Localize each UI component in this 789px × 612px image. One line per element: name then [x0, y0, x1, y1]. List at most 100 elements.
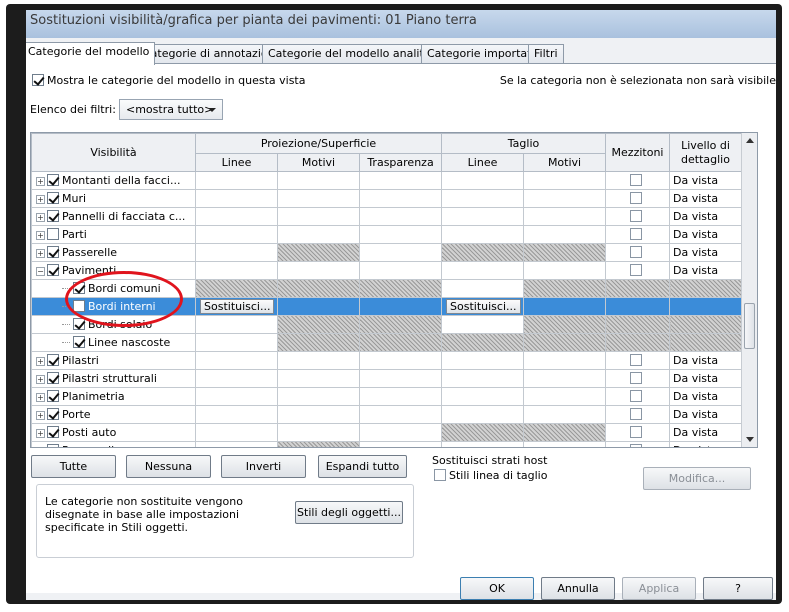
override-cell[interactable]: [195, 189, 278, 208]
visibility-cell[interactable]: Linee nascoste: [31, 333, 196, 352]
override-cell[interactable]: [523, 297, 607, 316]
visibility-checkbox[interactable]: [47, 192, 59, 204]
visibility-checkbox[interactable]: [47, 210, 59, 222]
table-row[interactable]: + Pannelli di facciata c... Da vista: [31, 207, 743, 226]
show-model-categories-checkbox[interactable]: [32, 74, 44, 86]
table-row[interactable]: + Parti Da vista: [31, 225, 743, 244]
override-cell[interactable]: Sostituisci...: [195, 297, 278, 316]
scroll-up-arrow-icon[interactable]: [746, 138, 754, 143]
detail-level-cell[interactable]: [669, 333, 743, 352]
halftone-checkbox[interactable]: [630, 426, 643, 438]
detail-level-value[interactable]: Da vista: [671, 426, 718, 439]
table-row[interactable]: + Porte Da vista: [31, 405, 743, 424]
visibility-cell[interactable]: + Posti auto: [31, 423, 196, 442]
scroll-thumb[interactable]: [744, 303, 755, 349]
detail-level-value[interactable]: Da vista: [671, 444, 718, 447]
override-cell[interactable]: [358, 333, 443, 352]
grid-vertical-scrollbar[interactable]: [741, 133, 757, 447]
halftone-checkbox[interactable]: [630, 210, 643, 222]
override-cell[interactable]: [441, 441, 525, 447]
override-cell[interactable]: [277, 423, 360, 442]
halftone-cell[interactable]: [605, 369, 671, 388]
override-cell[interactable]: [195, 261, 278, 280]
override-cell[interactable]: [195, 225, 278, 244]
detail-level-cell[interactable]: Da vista: [669, 225, 743, 244]
override-cell[interactable]: [277, 261, 360, 280]
halftone-checkbox[interactable]: [630, 246, 643, 258]
visibility-checkbox[interactable]: [47, 246, 59, 258]
override-cell[interactable]: [523, 225, 607, 244]
halftone-cell[interactable]: [605, 387, 671, 406]
override-cell[interactable]: [523, 315, 607, 334]
override-cell[interactable]: [195, 423, 278, 442]
override-cell[interactable]: [441, 279, 525, 298]
override-cell[interactable]: [358, 243, 443, 262]
halftone-checkbox[interactable]: [630, 372, 643, 384]
detail-level-cell[interactable]: Da vista: [669, 351, 743, 370]
visibility-checkbox[interactable]: [47, 444, 59, 447]
visibility-checkbox[interactable]: [47, 390, 59, 402]
detail-level-value[interactable]: [671, 318, 674, 331]
halftone-cell[interactable]: [605, 315, 671, 334]
expand-icon[interactable]: +: [36, 249, 45, 258]
halftone-cell[interactable]: [605, 297, 671, 316]
halftone-checkbox[interactable]: [630, 408, 643, 420]
detail-level-value[interactable]: Da vista: [671, 408, 718, 421]
detail-level-cell[interactable]: Da vista: [669, 261, 743, 280]
detail-level-cell[interactable]: Da vista: [669, 207, 743, 226]
override-cell[interactable]: [358, 171, 443, 190]
visibility-cell[interactable]: + Montanti della facci...: [31, 171, 196, 190]
visibility-checkbox[interactable]: [47, 426, 59, 438]
expand-icon[interactable]: +: [36, 375, 45, 384]
expand-icon[interactable]: +: [36, 213, 45, 222]
expand-icon[interactable]: +: [36, 195, 45, 204]
table-row[interactable]: + Passerelle Da vista: [31, 243, 743, 262]
halftone-cell[interactable]: [605, 351, 671, 370]
override-cell[interactable]: [277, 333, 360, 352]
override-cell[interactable]: [358, 225, 443, 244]
detail-level-cell[interactable]: Da vista: [669, 171, 743, 190]
detail-level-value[interactable]: Da vista: [671, 372, 718, 385]
filter-list-dropdown[interactable]: <mostra tutto>: [119, 99, 223, 120]
halftone-cell[interactable]: [605, 243, 671, 262]
halftone-checkbox[interactable]: [630, 174, 643, 186]
visibility-checkbox[interactable]: [47, 354, 59, 366]
override-cell[interactable]: [523, 351, 607, 370]
visibility-cell[interactable]: + Passerelle: [31, 243, 196, 262]
halftone-cell[interactable]: [605, 441, 671, 447]
visibility-checkbox[interactable]: [47, 264, 59, 276]
table-row[interactable]: + Planimetria Da vista: [31, 387, 743, 406]
override-cell[interactable]: [358, 261, 443, 280]
override-cell[interactable]: [441, 423, 525, 442]
table-row[interactable]: + Posti auto Da vista: [31, 423, 743, 442]
table-row[interactable]: + Pilastri Da vista: [31, 351, 743, 370]
detail-level-value[interactable]: Da vista: [671, 354, 718, 367]
override-cell[interactable]: [523, 333, 607, 352]
visibility-cell[interactable]: + Pilastri: [31, 351, 196, 370]
apply-button[interactable]: Applica: [622, 577, 696, 600]
detail-level-value[interactable]: Da vista: [671, 192, 718, 205]
override-cell[interactable]: [195, 405, 278, 424]
detail-level-cell[interactable]: Da vista: [669, 441, 743, 447]
override-cell[interactable]: [358, 297, 443, 316]
override-cell[interactable]: [195, 243, 278, 262]
override-cell[interactable]: [441, 405, 525, 424]
invert-button[interactable]: Inverti: [221, 455, 306, 478]
override-cell[interactable]: [277, 279, 360, 298]
override-cell[interactable]: [195, 171, 278, 190]
visibility-cell[interactable]: + Muri: [31, 189, 196, 208]
visibility-cell[interactable]: + Planimetria: [31, 387, 196, 406]
override-cell[interactable]: [195, 387, 278, 406]
override-cell[interactable]: [441, 333, 525, 352]
expand-all-button[interactable]: Espandi tutto: [318, 455, 407, 478]
override-cell[interactable]: [523, 207, 607, 226]
override-cell[interactable]: [523, 441, 607, 447]
detail-level-value[interactable]: [671, 282, 674, 295]
override-cell[interactable]: [441, 189, 525, 208]
select-none-button[interactable]: Nessuna: [126, 455, 211, 478]
override-cell[interactable]: [195, 207, 278, 226]
override-cell[interactable]: [277, 243, 360, 262]
halftone-checkbox[interactable]: [630, 390, 643, 402]
expand-icon[interactable]: +: [36, 393, 45, 402]
override-cell[interactable]: [441, 207, 525, 226]
